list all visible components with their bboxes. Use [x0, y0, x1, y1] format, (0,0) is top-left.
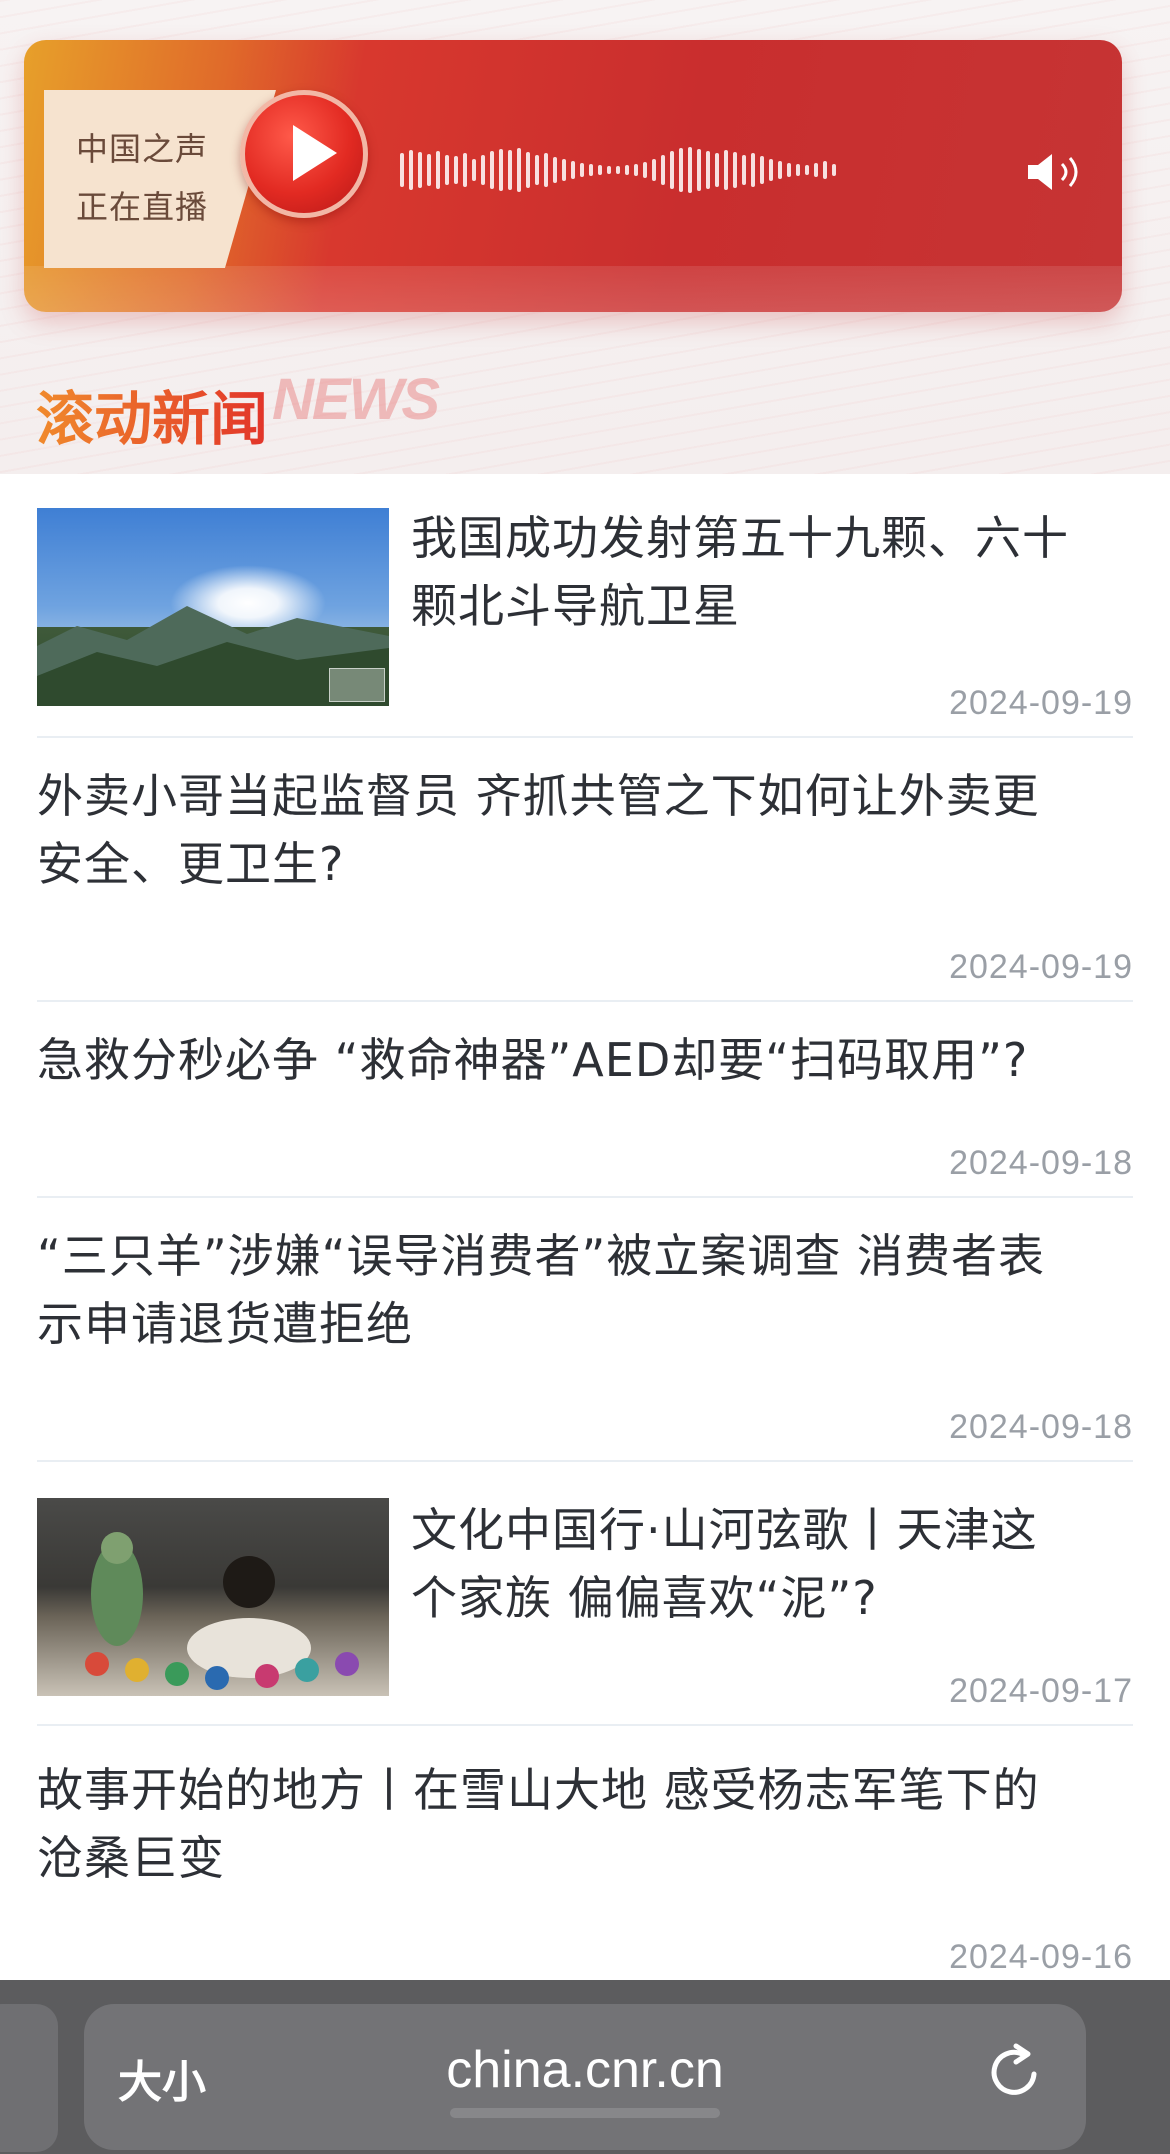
waveform-bar [490, 151, 494, 189]
section-title: 滚动新闻 [36, 372, 268, 456]
news-item[interactable]: 故事开始的地方丨在雪山大地 感受杨志军笔下的 沧桑巨变 2024-09-16 [37, 1726, 1133, 1976]
news-title[interactable]: 我国成功发射第五十九颗、六十 颗北斗导航卫星 [411, 504, 1069, 640]
waveform-bar [733, 152, 737, 188]
waveform-bar [607, 166, 611, 174]
waveform-bar [427, 154, 431, 186]
news-item[interactable]: 文化中国行·山河弦歌丨天津这 个家族 偏偏喜欢“泥”? 2024-09-17 [37, 1462, 1133, 1726]
waveform-bar [463, 153, 467, 187]
waveform-bar [652, 159, 656, 181]
radio-label-card [44, 90, 276, 268]
waveform-bar [661, 155, 665, 185]
waveform-bar [832, 164, 836, 176]
waveform-bar [643, 162, 647, 178]
waveform-bar [589, 164, 593, 176]
news-thumbnail[interactable] [37, 508, 389, 706]
waveform-bar [634, 164, 638, 176]
browser-toolbar: 大小 china.cnr.cn [0, 1980, 1170, 2154]
news-title[interactable]: 文化中国行·山河弦歌丨天津这 个家族 偏偏喜欢“泥”? [411, 1496, 1038, 1632]
waveform-bar [517, 148, 521, 192]
news-title[interactable]: 外卖小哥当起监督员 齐抓共管之下如何让外卖更 安全、更卫生? [37, 762, 1040, 898]
news-item[interactable]: 我国成功发射第五十九颗、六十 颗北斗导航卫星 2024-09-19 [37, 474, 1133, 738]
waveform-bar [697, 149, 701, 191]
waveform-bar [679, 148, 683, 192]
audio-waveform [400, 142, 1040, 198]
waveform-bar [778, 161, 782, 179]
waveform-bar [454, 156, 458, 184]
waveform-bar [526, 152, 530, 188]
news-date: 2024-09-18 [949, 1408, 1133, 1446]
waveform-bar [553, 157, 557, 183]
news-date: 2024-09-17 [949, 1672, 1133, 1710]
waveform-bar [580, 163, 584, 177]
reload-icon[interactable] [982, 2040, 1048, 2106]
home-indicator [450, 2108, 720, 2118]
waveform-bar [688, 147, 692, 193]
news-item[interactable]: 外卖小哥当起监督员 齐抓共管之下如何让外卖更 安全、更卫生? 2024-09-1… [37, 738, 1133, 1002]
news-date: 2024-09-19 [949, 948, 1133, 986]
waveform-bar [418, 152, 422, 188]
waveform-bar [670, 151, 674, 189]
news-date: 2024-09-16 [949, 1938, 1133, 1976]
section-watermark: NEWS [272, 367, 440, 432]
play-icon[interactable] [240, 90, 368, 218]
waveform-bar [481, 155, 485, 185]
news-title[interactable]: 急救分秒必争 “救命神器”AED却要“扫码取用”? [37, 1026, 1028, 1094]
news-title[interactable]: 故事开始的地方丨在雪山大地 感受杨志军笔下的 沧桑巨变 [37, 1756, 1040, 1892]
news-item[interactable]: 急救分秒必争 “救命神器”AED却要“扫码取用”? 2024-09-18 [37, 1002, 1133, 1198]
waveform-bar [796, 164, 800, 176]
news-date: 2024-09-19 [949, 684, 1133, 722]
waveform-bar [715, 153, 719, 187]
waveform-bar [544, 153, 548, 187]
waveform-bar [436, 151, 440, 189]
radio-station-name: 中国之声 [76, 130, 209, 168]
waveform-bar [499, 149, 503, 191]
live-radio-banner[interactable]: 中国之声 正在直播 [24, 40, 1122, 312]
speaker-icon[interactable] [1024, 150, 1094, 194]
waveform-bar [724, 150, 728, 190]
waveform-bar [823, 161, 827, 179]
waveform-bar [409, 150, 413, 190]
waveform-bar [751, 153, 755, 187]
waveform-bar [814, 163, 818, 177]
waveform-bar [508, 150, 512, 190]
waveform-bar [742, 155, 746, 185]
waveform-bar [472, 159, 476, 181]
news-date: 2024-09-18 [949, 1144, 1133, 1182]
radio-live-status: 正在直播 [76, 188, 209, 226]
waveform-bar [571, 161, 575, 179]
waveform-bar [625, 165, 629, 175]
waveform-bar [760, 156, 764, 184]
waveform-bar [562, 159, 566, 181]
news-item[interactable]: “三只羊”涉嫌“误导消费者”被立案调查 消费者表 示申请退货遭拒绝 2024-0… [37, 1198, 1133, 1462]
address-bar[interactable]: 大小 china.cnr.cn [84, 2004, 1086, 2150]
news-title[interactable]: “三只羊”涉嫌“误导消费者”被立案调查 消费者表 示申请退货遭拒绝 [37, 1222, 1045, 1358]
watermark-badge [329, 668, 385, 702]
url-text[interactable]: china.cnr.cn [84, 2040, 1086, 2100]
previous-tab-stub[interactable] [0, 2004, 58, 2152]
waveform-bar [769, 159, 773, 181]
waveform-bar [805, 165, 809, 175]
banner-stripe [24, 266, 1122, 312]
waveform-bar [535, 155, 539, 185]
news-thumbnail[interactable] [37, 1498, 389, 1696]
waveform-bar [706, 151, 710, 189]
waveform-bar [598, 165, 602, 175]
waveform-bar [616, 166, 620, 174]
waveform-bar [400, 153, 404, 187]
waveform-bar [787, 163, 791, 177]
waveform-bar [445, 155, 449, 185]
